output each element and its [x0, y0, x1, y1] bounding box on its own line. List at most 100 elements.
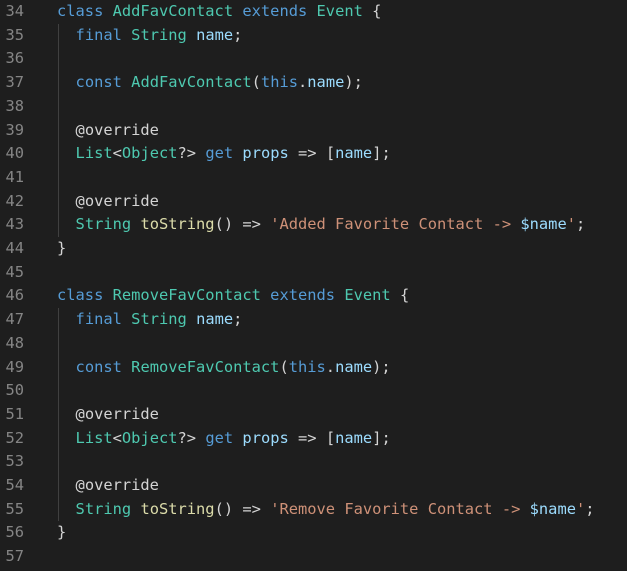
code-token: toString: [140, 215, 215, 234]
line-number: 36: [5, 49, 24, 68]
code-token: ': [575, 499, 586, 518]
code-token: toString: [140, 499, 215, 518]
code-line[interactable]: 40 List<Object?> get props => [name];: [0, 142, 627, 166]
line-number: 54: [5, 476, 24, 494]
code-line[interactable]: 34 class AddFavContact extends Event {: [0, 0, 627, 24]
code-token: .: [298, 73, 308, 92]
code-token: RemoveFavContact: [131, 357, 280, 376]
code-token: @override: [75, 120, 159, 139]
code-token: .: [325, 357, 336, 376]
code-text: final String name;: [57, 24, 243, 48]
code-text: }: [57, 237, 66, 261]
code-token: class: [57, 2, 104, 20]
code-text: String toString() => 'Added Favorite Con…: [57, 213, 586, 237]
code-token: List: [75, 144, 113, 163]
code-editor[interactable]: 34 class AddFavContact extends Event {35 …: [0, 0, 627, 571]
code-token: this: [288, 357, 326, 376]
code-text: class RemoveFavContact extends Event {: [57, 284, 409, 308]
code-token: get: [205, 144, 234, 163]
line-number: 50: [5, 381, 24, 400]
code-line[interactable]: 36: [0, 47, 627, 71]
line-number: 53: [5, 452, 24, 471]
line-number: 34: [5, 2, 24, 20]
code-text: String toString() => 'Remove Favorite Co…: [57, 498, 595, 522]
code-token: const: [75, 73, 122, 92]
code-line[interactable]: 41: [0, 166, 627, 190]
code-line[interactable]: 44}: [0, 237, 627, 261]
code-token: (: [279, 357, 289, 376]
code-line[interactable]: 56}: [0, 521, 627, 545]
code-text: final String name;: [57, 308, 243, 332]
code-token: <: [112, 428, 122, 447]
code-line[interactable]: 37 const AddFavContact(this.name);: [0, 71, 627, 95]
line-number: 45: [5, 262, 24, 281]
code-token: get: [205, 428, 234, 447]
code-token: @override: [75, 191, 159, 210]
line-number: 51: [5, 404, 24, 423]
code-line[interactable]: 47 final String name;: [0, 308, 627, 332]
line-number: 47: [5, 310, 24, 329]
code-line[interactable]: 54 @override: [0, 474, 627, 498]
code-token: AddFavContact: [112, 2, 234, 20]
line-number: 49: [5, 357, 24, 376]
code-line[interactable]: 46 class RemoveFavContact extends Event {: [0, 284, 627, 308]
code-line[interactable]: 57: [0, 545, 627, 569]
code-text: }: [57, 521, 66, 545]
code-token: props: [242, 428, 289, 447]
code-token: }: [57, 523, 67, 542]
code-token: extends: [242, 2, 308, 20]
code-token: final: [75, 310, 122, 329]
code-text: class AddFavContact extends Event {: [57, 0, 381, 24]
line-number: 40: [5, 144, 24, 163]
code-line[interactable]: 39 @override: [0, 119, 627, 143]
code-token: String: [75, 499, 132, 518]
code-line[interactable]: 55 String toString() => 'Remove Favorite…: [0, 498, 627, 522]
code-line[interactable]: 49 const RemoveFavContact(this.name);: [0, 356, 627, 380]
code-token: @override: [75, 404, 159, 423]
code-token: $name: [529, 499, 576, 518]
code-token: ;: [233, 310, 243, 329]
code-token: );: [372, 357, 391, 376]
line-number: 57: [5, 547, 24, 566]
code-token: () =>: [214, 499, 271, 518]
line-number: 48: [5, 333, 24, 352]
code-token: ?>: [177, 428, 206, 447]
code-line[interactable]: 50: [0, 379, 627, 403]
line-number: 56: [5, 523, 24, 542]
code-line[interactable]: 53: [0, 450, 627, 474]
code-token: Object: [121, 144, 178, 163]
line-number: 55: [5, 499, 24, 518]
code-token: List: [75, 428, 113, 447]
code-line[interactable]: 35 final String name;: [0, 24, 627, 48]
code-line[interactable]: 43 String toString() => 'Added Favorite …: [0, 213, 627, 237]
code-token: ': [566, 215, 576, 234]
code-line[interactable]: 52 List<Object?> get props => [name];: [0, 427, 627, 451]
code-token: $name: [520, 215, 567, 234]
code-token: AddFavContact: [131, 73, 252, 92]
code-line[interactable]: 42 @override: [0, 190, 627, 214]
code-text: List<Object?> get props => [name];: [57, 427, 391, 451]
code-line[interactable]: 45: [0, 261, 627, 285]
code-token: Object: [121, 428, 178, 447]
code-token: }: [57, 239, 67, 257]
code-line[interactable]: 51 @override: [0, 403, 627, 427]
code-token: const: [75, 357, 122, 376]
line-number: 43: [5, 215, 24, 234]
code-line[interactable]: 48: [0, 332, 627, 356]
code-line[interactable]: 38: [0, 95, 627, 119]
